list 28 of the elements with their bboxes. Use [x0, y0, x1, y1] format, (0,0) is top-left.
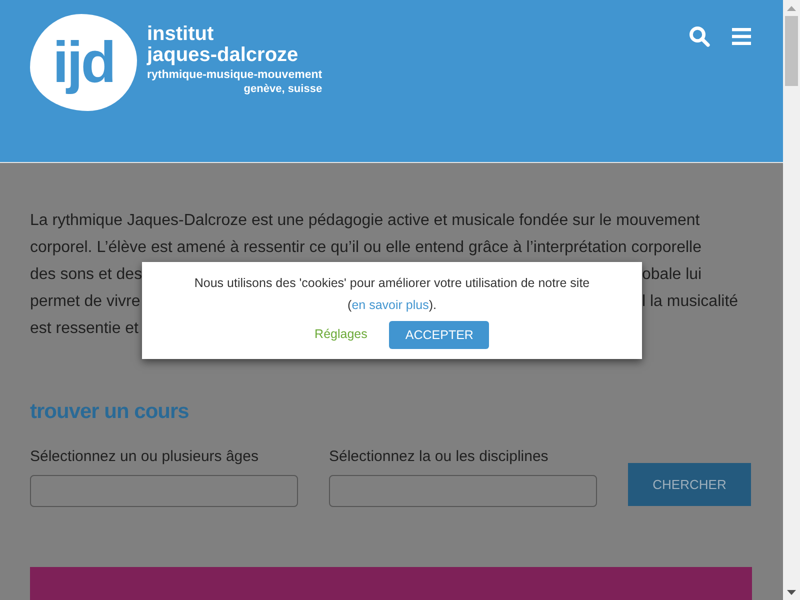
- logo-text: jaques-dalcroze: [147, 44, 300, 66]
- scroll-down-icon[interactable]: [787, 590, 796, 595]
- scroll-up-icon[interactable]: [787, 6, 796, 11]
- section-heading: trouver un cours: [30, 399, 190, 425]
- cookie-message: Nous utilisons des 'cookies' pour améliorer votre utilisation de notre site (en savoir plus).: [193, 275, 591, 314]
- logo-text: rythmique-musique-mouvement: [147, 68, 322, 81]
- search-button[interactable]: CHERCHER: [628, 463, 751, 506]
- field-label: Sélectionnez un ou plusieurs âges: [30, 447, 260, 467]
- scrollbar[interactable]: [783, 0, 800, 600]
- scroll-thumb[interactable]: [785, 16, 798, 86]
- accept-button[interactable]: ACCEPTER: [389, 320, 490, 349]
- paragraph-text: corporel. L’élève est amené à ressentir ce qu’il ou elle entend grâce à l’interprétation corporelle: [30, 238, 702, 258]
- paragraph-text: permet de vivre: [30, 292, 140, 312]
- search-icon[interactable]: [689, 26, 710, 47]
- select-field[interactable]: [30, 475, 298, 507]
- paragraph-text: l la musicalité: [642, 292, 738, 312]
- paragraph-text: obale lui: [642, 265, 702, 285]
- logo-text: genève, suisse: [242, 84, 322, 96]
- learn-more-link[interactable]: en savoir plus: [352, 298, 429, 312]
- paragraph-text: La rythmique Jaques-Dalcroze est une pédagogie active et musicale fondée sur le mouvement: [30, 211, 700, 231]
- paragraph-text: des sons et des: [30, 265, 142, 285]
- paragraph-text: est ressentie et: [30, 319, 138, 339]
- select-field[interactable]: [329, 475, 597, 507]
- menu-icon[interactable]: [732, 28, 751, 45]
- logo-mark[interactable]: ijd: [30, 14, 137, 111]
- logo-text: institut: [147, 24, 215, 45]
- settings-link[interactable]: Réglages: [314, 327, 368, 341]
- field-label: Sélectionnez la ou les disciplines: [329, 447, 550, 467]
